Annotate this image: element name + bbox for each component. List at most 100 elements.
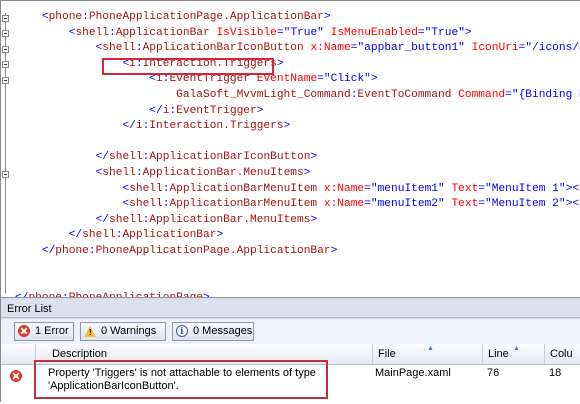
code-line[interactable]: <shell:ApplicationBar IsVisible="True" I… <box>15 26 580 42</box>
code-text[interactable]: <phone:PhoneApplicationPage.ApplicationB… <box>15 10 580 297</box>
code-token: x:Name <box>323 182 365 195</box>
code-token: > <box>370 73 378 86</box>
code-token: "appbar_button1" <box>357 42 465 55</box>
code-token: shell <box>75 26 110 39</box>
error-icon <box>10 370 22 382</box>
code-token: ApplicationBarIconButton <box>149 151 311 164</box>
code-token: IsVisible <box>216 26 277 39</box>
code-line[interactable]: <phone:PhoneApplicationPage.ApplicationB… <box>15 10 580 26</box>
code-line[interactable]: <i:Interaction.Triggers> <box>15 57 580 73</box>
collapse-toggle-icon[interactable] <box>2 30 9 37</box>
code-token: i <box>135 120 143 133</box>
code-token: "{Binding Dis <box>511 88 580 101</box>
code-token: shell <box>102 42 136 55</box>
code-line[interactable]: </i:EventTrigger> <box>15 104 580 120</box>
code-token: = <box>417 26 425 39</box>
code-token: shell <box>129 198 163 211</box>
code-token: EventName <box>256 73 318 86</box>
collapse-toggle-icon[interactable] <box>2 15 9 22</box>
errors-filter-button[interactable]: 1 Error <box>14 322 74 341</box>
code-token: ApplicationBar.MenuItems <box>149 213 311 226</box>
column-header-file-label: File <box>378 348 396 360</box>
code-token: ApplicationBarMenuItem <box>169 198 318 211</box>
code-token: shell <box>109 213 143 226</box>
code-token: "MenuItem 1" <box>485 182 566 195</box>
outline-line <box>5 13 6 293</box>
error-icon <box>18 325 30 337</box>
code-token: EventToCommand <box>357 88 452 101</box>
editor-gutter <box>1 1 12 297</box>
code-line[interactable]: GalaSoft_MvvmLight_Command:EventToComman… <box>15 88 580 104</box>
code-line[interactable]: <shell:ApplicationBarMenuItem x:Name="me… <box>15 197 580 213</box>
code-token: : <box>109 26 116 39</box>
code-token: : <box>82 11 89 23</box>
column-header-column-label: Colu <box>550 348 573 360</box>
code-token: > <box>310 213 318 226</box>
code-token: Interaction.Triggers <box>149 120 284 133</box>
code-token: Text <box>451 198 479 211</box>
code-line[interactable]: </phone:PhoneApplicationPage.Application… <box>15 244 580 260</box>
collapse-toggle-icon[interactable] <box>2 61 9 68</box>
code-token: shell <box>82 229 116 242</box>
code-token: "Click" <box>323 73 371 86</box>
warnings-filter-button[interactable]: ! 0 Warnings <box>80 322 166 341</box>
column-header-icon[interactable] <box>1 344 35 364</box>
code-line[interactable]: </shell:ApplicationBar> <box>15 228 580 244</box>
code-token: Command <box>458 88 506 101</box>
code-token: x:Name <box>310 42 351 55</box>
code-token: > <box>310 151 318 164</box>
collapse-toggle-icon[interactable] <box>2 77 9 84</box>
code-line[interactable] <box>15 135 580 151</box>
code-token: shell <box>102 166 136 179</box>
code-token: i <box>156 73 163 86</box>
code-token: > <box>256 104 264 117</box>
code-token: "menuItem2" <box>370 198 445 211</box>
code-token: : <box>135 42 143 55</box>
column-header-file[interactable]: File ▲ <box>372 344 482 364</box>
code-token: "True" <box>283 26 324 39</box>
code-token: ApplicationBarIconButton <box>142 42 304 55</box>
code-token: </ <box>95 213 110 226</box>
code-line[interactable]: <shell:ApplicationBar.MenuItems> <box>15 166 580 182</box>
code-line[interactable]: </i:Interaction.Triggers> <box>15 119 580 135</box>
highlight-box-interaction-triggers <box>102 58 274 75</box>
column-header-line[interactable]: Line ▲ <box>482 344 544 364</box>
xaml-code-editor[interactable]: <phone:PhoneApplicationPage.ApplicationB… <box>1 1 580 297</box>
code-line[interactable] <box>15 275 580 291</box>
code-line[interactable]: <shell:ApplicationBarIconButton x:Name="… <box>15 41 580 57</box>
collapse-toggle-icon[interactable] <box>2 171 9 178</box>
column-header-column[interactable]: Colu <box>544 344 580 364</box>
code-token: = <box>364 198 371 211</box>
code-line[interactable]: <shell:ApplicationBarMenuItem x:Name="me… <box>15 182 580 198</box>
code-token: Text <box>451 182 479 195</box>
code-token: phone <box>55 244 89 257</box>
messages-filter-button[interactable]: i 0 Messages <box>172 322 254 341</box>
error-file: MainPage.xaml <box>375 367 451 379</box>
code-line[interactable]: </shell:ApplicationBarIconButton> <box>15 150 580 166</box>
code-line[interactable]: <i:EventTrigger EventName="Click"> <box>15 72 580 88</box>
code-line[interactable] <box>15 260 580 276</box>
code-token: > <box>283 120 291 133</box>
code-line[interactable]: </shell:ApplicationBar.MenuItems> <box>15 213 580 229</box>
code-token: < <box>149 73 156 86</box>
code-token: : <box>135 166 143 179</box>
code-token: = <box>276 26 284 39</box>
code-token: </ <box>149 104 163 117</box>
code-token: ></sh <box>565 198 580 211</box>
collapse-toggle-icon[interactable] <box>2 46 9 53</box>
